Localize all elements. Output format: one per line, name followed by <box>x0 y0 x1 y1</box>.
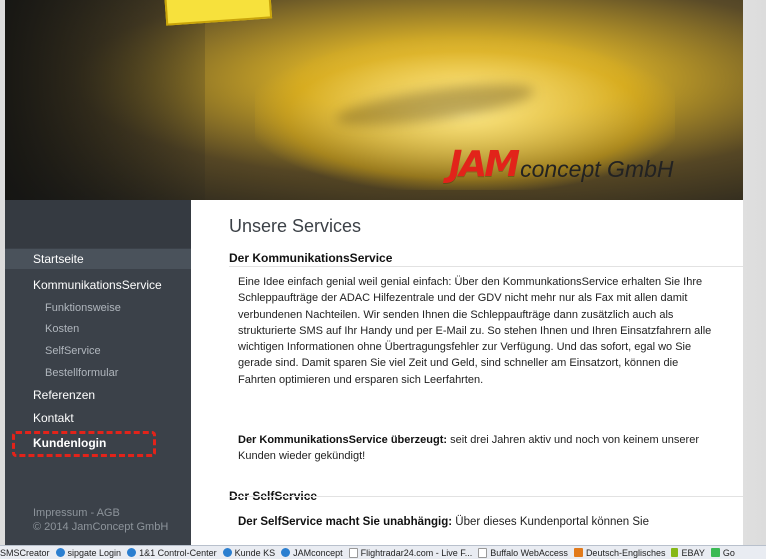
bookmark-sipgate[interactable]: sipgate Login <box>55 548 121 558</box>
page-icon <box>478 547 488 558</box>
globe-icon <box>281 548 291 557</box>
website-frame: JAM concept GmbH Startseite Kommunikatio… <box>5 0 743 545</box>
bookmark-kunde-ks[interactable]: Kunde KS <box>222 548 275 558</box>
logo-concept-text: concept GmbH <box>520 156 674 182</box>
bookmark-1und1[interactable]: 1&1 Control-Center <box>127 548 217 558</box>
copyright-text: © 2014 JamConcept GmbH <box>33 521 169 533</box>
para-bold-lead: Der SelfService macht Sie unabhängig: <box>238 516 453 528</box>
sidebar-footer: Impressum - AGB © 2014 JamConcept GmbH <box>33 506 168 534</box>
ebay-icon <box>671 548 679 557</box>
section-paragraph: Der KommunikationsService überzeugt: sei… <box>238 432 718 465</box>
section-divider <box>229 496 743 497</box>
bookmark-dict[interactable]: Deutsch-Englisches <box>573 548 665 558</box>
bookmark-smscreator[interactable]: SMSCreator <box>0 548 50 558</box>
logo-jam-text: JAM <box>449 144 520 185</box>
google-icon <box>710 548 720 557</box>
nav-subitem-kosten[interactable]: Kosten <box>5 320 191 338</box>
page-icon <box>348 547 358 558</box>
para-bold-lead: Der KommunikationsService überzeugt: <box>238 434 448 446</box>
section-divider <box>229 266 743 267</box>
dict-icon <box>573 548 583 557</box>
section-paragraph: Eine Idee einfach genial weil genial ein… <box>238 276 712 386</box>
nav-item-referenzen[interactable]: Referenzen <box>5 385 191 405</box>
nav-item-kontakt[interactable]: Kontakt <box>5 408 191 428</box>
kundenlogin-highlight <box>12 431 156 457</box>
nav-subitem-selfservice[interactable]: SelfService <box>5 342 191 360</box>
main-content: Unsere Services Der KommunikationsServic… <box>191 200 743 545</box>
sticky-note <box>163 0 273 26</box>
bookmark-google[interactable]: Go <box>710 548 735 558</box>
globe-icon <box>55 548 65 557</box>
impressum-agb-link[interactable]: Impressum - AGB <box>33 506 168 520</box>
globe-icon <box>127 548 137 557</box>
section-heading-kommunikationsservice: Der KommunikationsService <box>229 251 393 265</box>
company-logo[interactable]: JAM concept GmbH <box>449 143 674 183</box>
globe-icon <box>222 548 232 557</box>
bookmark-jamconcept[interactable]: JAMconcept <box>281 548 343 558</box>
bookmark-flightradar[interactable]: Flightradar24.com - Live F... <box>348 547 472 558</box>
section-paragraph: Der SelfService macht Sie unabhängig: Üb… <box>238 514 718 530</box>
page-title: Unsere Services <box>229 216 362 236</box>
nav-subitem-funktionsweise[interactable]: Funktionsweise <box>5 299 191 317</box>
bookmark-buffalo[interactable]: Buffalo WebAccess <box>478 547 568 558</box>
bookmarks-bar: SMSCreator sipgate Login 1&1 Control-Cen… <box>0 545 766 559</box>
bookmark-ebay[interactable]: EBAY <box>671 548 705 558</box>
nav-subitem-bestellformular[interactable]: Bestellformular <box>5 364 191 382</box>
nav-item-startseite[interactable]: Startseite <box>5 249 191 269</box>
nav-item-kommunikationsservice[interactable]: KommunikationsService <box>5 275 191 295</box>
para-text: Über dieses Kundenportal können Sie <box>452 516 650 528</box>
header-banner: JAM concept GmbH <box>5 0 743 200</box>
